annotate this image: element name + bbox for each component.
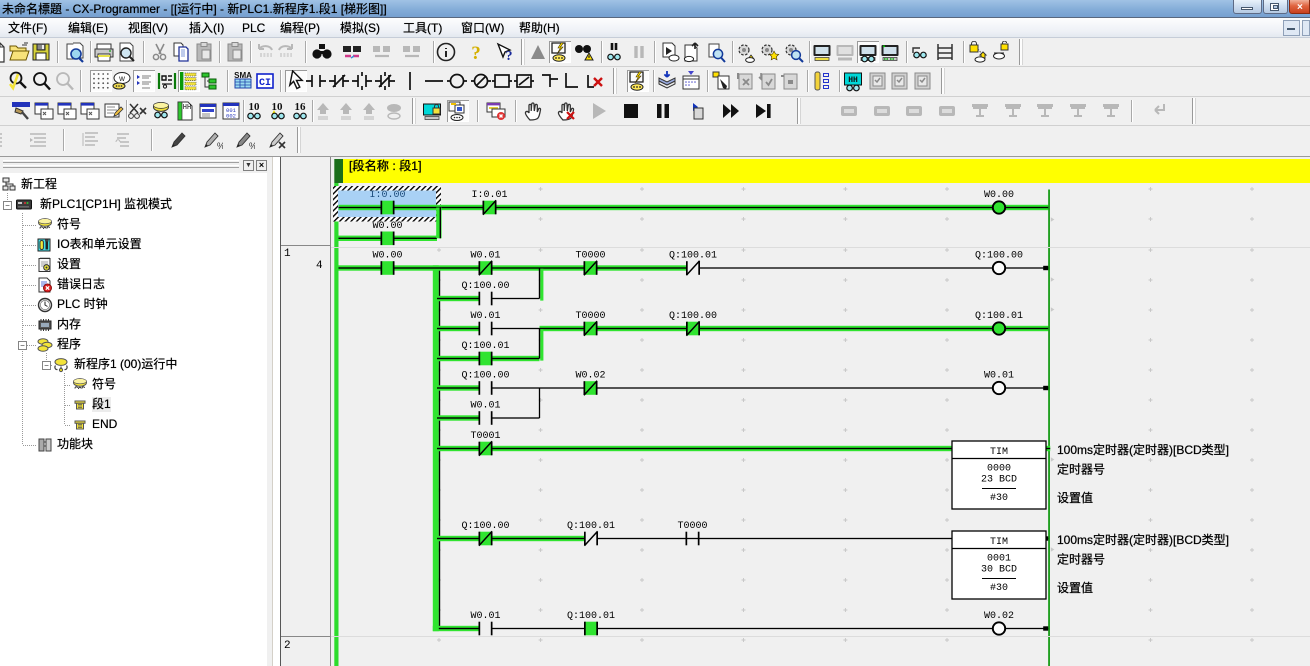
svg-text:#30: #30 — [990, 493, 1008, 504]
svg-text:#30: #30 — [990, 583, 1008, 594]
svg-text:100ms定时器(定时器)[BCD类型]: 100ms定时器(定时器)[BCD类型] — [1057, 442, 1229, 457]
svg-text:I:0.01: I:0.01 — [471, 190, 507, 201]
svg-text:TIM: TIM — [990, 447, 1008, 458]
svg-text:W0.01: W0.01 — [470, 251, 500, 262]
svg-text:Q:100.01: Q:100.01 — [567, 521, 615, 532]
svg-text:Q:100.01: Q:100.01 — [669, 251, 717, 262]
svg-text:W0.01: W0.01 — [470, 611, 500, 622]
svg-text:W0.02: W0.02 — [575, 371, 605, 382]
svg-text:W0.01: W0.01 — [470, 311, 500, 322]
svg-text:W0.01: W0.01 — [984, 371, 1014, 382]
svg-text:T0001: T0001 — [470, 431, 500, 442]
svg-text:100ms定时器(定时器)[BCD类型]: 100ms定时器(定时器)[BCD类型] — [1057, 532, 1229, 547]
svg-text:Q:100.00: Q:100.00 — [461, 281, 509, 292]
svg-text:T0000: T0000 — [575, 251, 605, 262]
svg-text:设置值: 设置值 — [1057, 490, 1093, 505]
svg-text:W0.00: W0.00 — [984, 190, 1014, 201]
svg-text:Q:100.00: Q:100.00 — [461, 521, 509, 532]
svg-text:设置值: 设置值 — [1057, 580, 1093, 595]
svg-text:Q:100.00: Q:100.00 — [669, 311, 717, 322]
svg-text:Q:100.01: Q:100.01 — [567, 611, 615, 622]
svg-text:I:0.00: I:0.00 — [369, 190, 405, 201]
svg-text:0001: 0001 — [987, 554, 1011, 565]
svg-text:W0.01: W0.01 — [470, 401, 500, 412]
svg-text:定时器号: 定时器号 — [1057, 462, 1105, 477]
svg-text:W0.02: W0.02 — [984, 611, 1014, 622]
svg-text:W0.00: W0.00 — [372, 251, 402, 262]
svg-text:Q:100.00: Q:100.00 — [975, 251, 1023, 262]
svg-text:W0.00: W0.00 — [372, 221, 402, 232]
svg-text:Q:100.01: Q:100.01 — [975, 311, 1023, 322]
svg-text:Q:100.00: Q:100.00 — [461, 371, 509, 382]
svg-text:0000: 0000 — [987, 464, 1011, 475]
svg-text:[段名称 : 段1]: [段名称 : 段1] — [349, 158, 421, 173]
svg-text:30 BCD: 30 BCD — [981, 565, 1017, 576]
svg-text:定时器号: 定时器号 — [1057, 552, 1105, 567]
svg-text:23 BCD: 23 BCD — [981, 475, 1017, 486]
svg-text:TIM: TIM — [990, 537, 1008, 548]
svg-text:Q:100.01: Q:100.01 — [461, 341, 509, 352]
svg-text:T0000: T0000 — [575, 311, 605, 322]
svg-text:T0000: T0000 — [677, 521, 707, 532]
